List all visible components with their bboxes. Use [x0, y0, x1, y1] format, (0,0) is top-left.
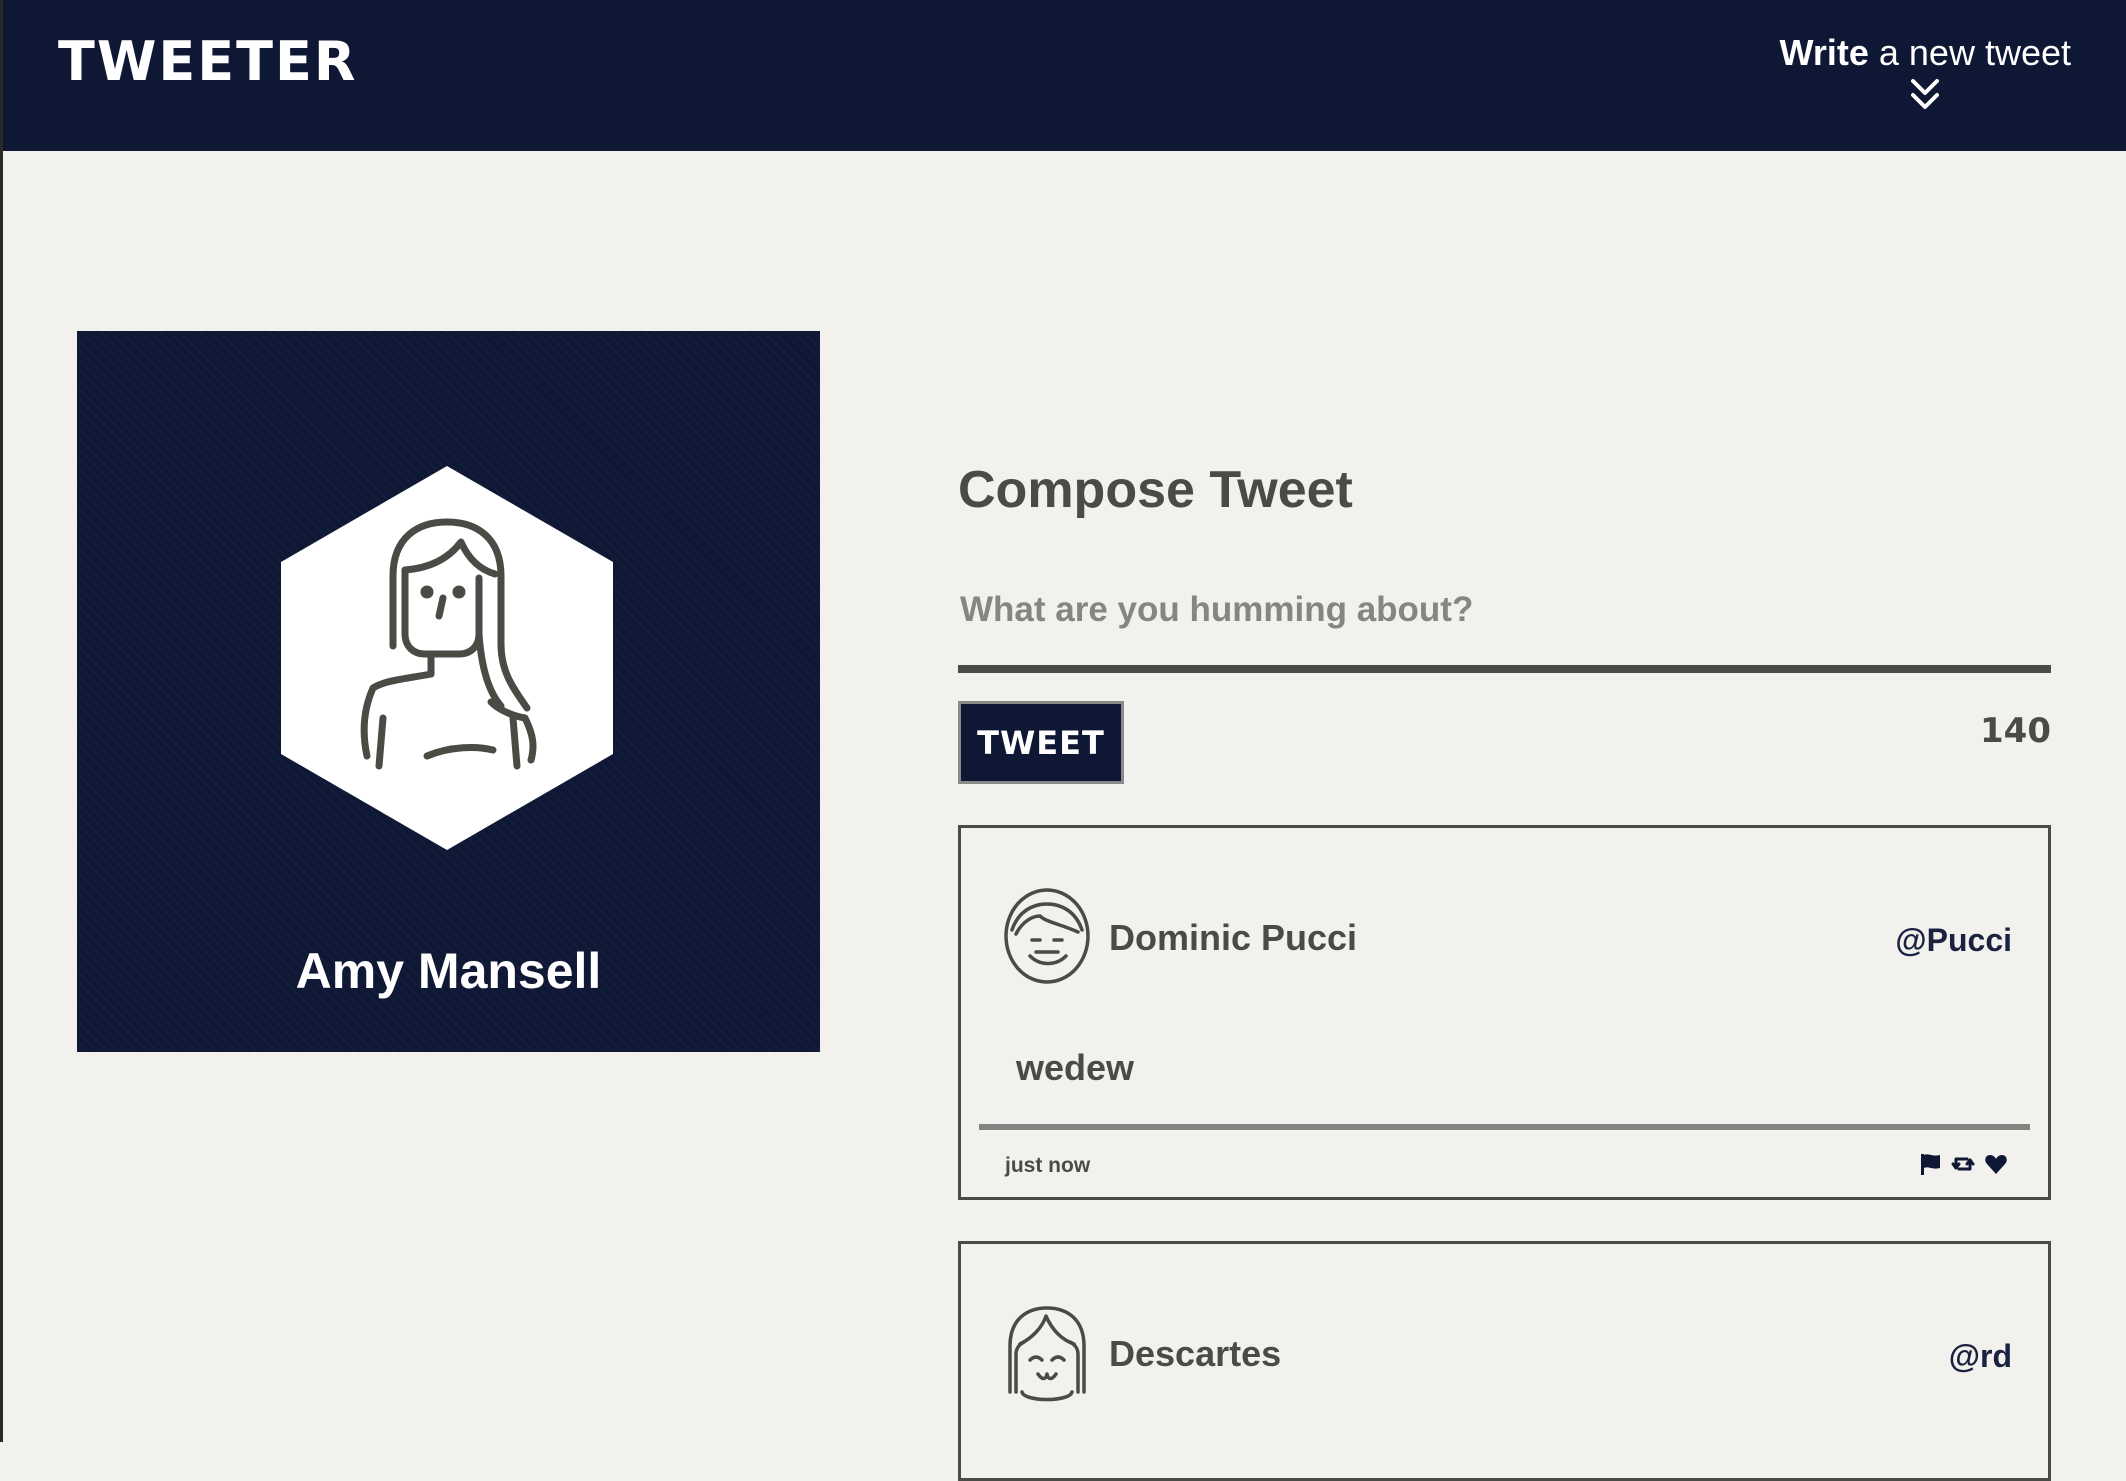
girl-avatar-icon — [1008, 1306, 1086, 1402]
retweet-icon[interactable] — [1951, 1152, 1975, 1176]
tweet-card: Dominic Pucci @Pucci wedew just now — [958, 825, 2051, 1200]
woman-avatar-icon — [281, 466, 613, 850]
tweet-button[interactable]: TWEET — [958, 701, 1124, 784]
write-label-rest: a new tweet — [1868, 32, 2071, 73]
app-logo[interactable]: TWEETER — [58, 30, 357, 94]
smiling-man-avatar-icon — [1004, 888, 1090, 984]
tweet-actions — [1918, 1152, 2008, 1176]
heart-icon[interactable] — [1984, 1152, 2008, 1176]
profile-avatar — [281, 466, 613, 850]
compose-title: Compose Tweet — [958, 461, 1353, 519]
tweet-input[interactable] — [958, 580, 2052, 640]
tweet-divider — [979, 1124, 2030, 1130]
tweet-author-name: Dominic Pucci — [1109, 917, 1358, 958]
write-label-bold: Write — [1779, 32, 1869, 73]
profile-card: Amy Mansell — [77, 331, 820, 1052]
tweet-author-handle: @rd — [1948, 1338, 2012, 1374]
tweet-author-handle: @Pucci — [1895, 922, 2012, 958]
compose-divider — [958, 665, 2051, 673]
tweet-card: Descartes @rd — [958, 1241, 2051, 1481]
write-new-tweet-toggle[interactable]: Write a new tweet — [1780, 30, 2071, 112]
write-new-tweet-label: Write a new tweet — [1780, 30, 2071, 76]
flag-icon[interactable] — [1918, 1152, 1942, 1176]
tweet-text: wedew — [1016, 1047, 1135, 1088]
profile-name: Amy Mansell — [295, 943, 602, 999]
tweet-author-name: Descartes — [1109, 1333, 1282, 1374]
character-counter: 140 — [1980, 711, 2051, 751]
top-nav: TWEETER Write a new tweet — [0, 0, 2126, 151]
tweet-timestamp: just now — [1005, 1154, 1091, 1177]
double-chevron-down-icon — [1911, 79, 1940, 109]
